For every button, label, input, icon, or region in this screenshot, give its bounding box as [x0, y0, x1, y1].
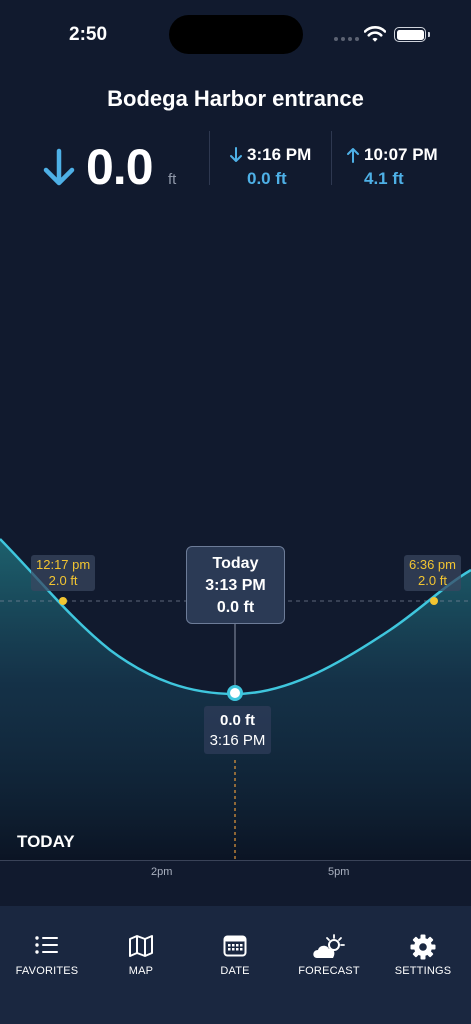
down-arrow-icon	[230, 147, 242, 162]
status-time: 2:50	[69, 24, 108, 45]
up-arrow-icon	[347, 148, 359, 163]
next-low-height: 0.0 ft	[247, 169, 287, 188]
time-axis[interactable]: 2pm 5pm	[0, 860, 471, 906]
map-icon	[129, 935, 153, 957]
wifi-icon	[364, 26, 386, 42]
tooltip-height: 0.0 ft	[216, 599, 255, 616]
next-low-time: 3:16 PM	[247, 145, 312, 164]
next-high-height: 4.1 ft	[364, 169, 404, 188]
high-low-marker	[430, 597, 438, 605]
tab-map[interactable]: MAP	[94, 906, 188, 986]
tab-label: MAP	[128, 965, 154, 977]
tab-forecast[interactable]: FORECAST	[282, 906, 376, 986]
current-tide: 0.0 ft	[40, 138, 190, 198]
cellular-signal-icon	[334, 37, 359, 41]
status-bar: 2:50	[0, 0, 471, 70]
divider	[209, 131, 210, 185]
next-high-time: 10:07 PM	[364, 145, 438, 164]
tab-bar: FAVORITES MAP DATE FORECAST SETTINGS	[0, 906, 471, 1024]
high-low-marker	[59, 597, 67, 605]
battery-icon	[394, 27, 426, 42]
tab-label: DATE	[220, 965, 250, 977]
weather-icon	[313, 934, 345, 958]
tooltip-day: Today	[212, 555, 259, 572]
selection-tooltip: Today 3:13 PM 0.0 ft	[186, 546, 285, 624]
tooltip-time: 3:13 PM	[205, 577, 266, 594]
list-icon	[35, 936, 58, 954]
current-unit: ft	[168, 171, 177, 188]
dynamic-island	[169, 15, 303, 54]
gear-icon	[410, 934, 436, 960]
axis-tick: 5pm	[328, 866, 350, 878]
tab-settings[interactable]: SETTINGS	[376, 906, 470, 986]
falling-arrow-icon	[43, 148, 75, 186]
tab-date[interactable]: DATE	[188, 906, 282, 986]
axis-tick: 2pm	[151, 866, 173, 878]
low-tide-height: 0.0 ft	[219, 712, 255, 729]
tab-label: SETTINGS	[394, 965, 452, 977]
divider	[331, 131, 332, 185]
low-tide-point[interactable]	[227, 685, 243, 701]
day-label: TODAY	[17, 832, 75, 851]
tab-favorites[interactable]: FAVORITES	[0, 906, 94, 986]
tide-chart[interactable]: 12:17 pm 2.0 ft 6:36 pm 2.0 ft Today 3:1…	[0, 520, 471, 860]
station-title[interactable]: Bodega Harbor entrance	[0, 86, 471, 112]
calendar-icon	[223, 935, 247, 957]
tab-label: FORECAST	[298, 965, 360, 977]
low-tide-time: 3:16 PM	[209, 732, 266, 749]
marker-label-right: 6:36 pm 2.0 ft	[404, 555, 461, 591]
low-tide-label: 0.0 ft 3:16 PM	[204, 706, 271, 754]
tab-label: FAVORITES	[15, 965, 79, 977]
current-height: 0.0	[86, 139, 154, 195]
marker-label-left: 12:17 pm 2.0 ft	[31, 555, 96, 591]
